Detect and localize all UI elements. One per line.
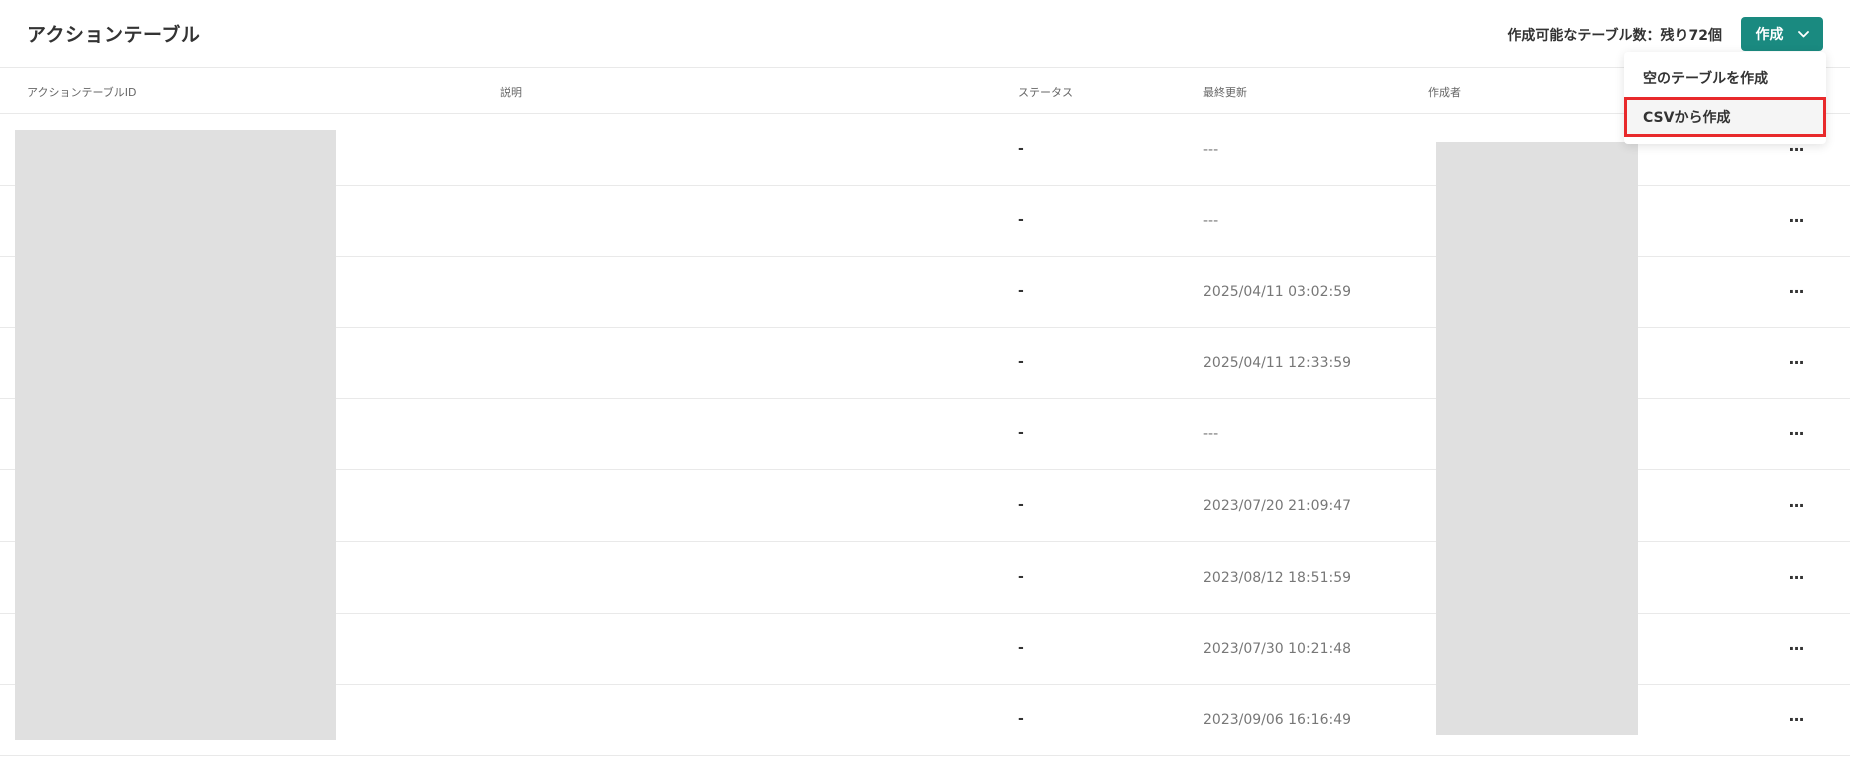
chevron-down-icon — [1797, 29, 1809, 40]
row-updated: --- — [1203, 426, 1219, 442]
table-header: アクションテーブルID 説明 ステータス 最終更新 作成者 — [0, 68, 1850, 114]
page-title: アクションテーブル — [27, 24, 201, 46]
more-options-icon[interactable]: ··· — [1782, 563, 1810, 591]
more-options-icon[interactable]: ··· — [1782, 419, 1810, 447]
more-options-icon[interactable]: ··· — [1782, 705, 1810, 733]
more-options-icon[interactable]: ··· — [1782, 491, 1810, 519]
more-options-icon[interactable]: ··· — [1782, 277, 1810, 305]
row-updated: 2025/04/11 12:33:59 — [1203, 355, 1352, 371]
action-table-page: アクションテーブル 作成可能なテーブル数：残り72個 作成 アクションテーブルI… — [0, 0, 1850, 760]
row-status: - — [1018, 569, 1024, 585]
create-button[interactable]: 作成 — [1741, 17, 1823, 51]
more-options-icon[interactable]: ··· — [1782, 348, 1810, 376]
row-updated: 2023/07/20 21:09:47 — [1203, 498, 1352, 514]
column-header-author: 作成者 — [1428, 86, 1461, 99]
row-status: - — [1018, 212, 1024, 228]
row-status: - — [1018, 283, 1024, 299]
more-options-icon[interactable]: ··· — [1782, 634, 1810, 662]
row-updated: 2023/07/30 10:21:48 — [1203, 641, 1352, 657]
create-dropdown-menu: 空のテーブルを作成 CSVから作成 — [1624, 52, 1826, 144]
row-status: - — [1018, 711, 1024, 727]
row-updated: 2023/09/06 16:16:49 — [1203, 712, 1352, 728]
row-updated: --- — [1203, 142, 1219, 158]
create-button-label: 作成 — [1755, 27, 1784, 43]
row-status: - — [1018, 141, 1024, 157]
redacted-authors — [1436, 142, 1638, 735]
column-header-status: ステータス — [1018, 86, 1073, 99]
row-updated: 2023/08/12 18:51:59 — [1203, 570, 1352, 586]
menu-item-create-empty-table[interactable]: 空のテーブルを作成 — [1624, 58, 1826, 98]
column-header-id: アクションテーブルID — [27, 86, 137, 99]
column-header-updated: 最終更新 — [1203, 86, 1247, 99]
column-header-description: 説明 — [500, 86, 522, 99]
redacted-table-ids — [15, 130, 336, 740]
row-status: - — [1018, 425, 1024, 441]
row-status: - — [1018, 354, 1024, 370]
row-status: - — [1018, 497, 1024, 513]
row-updated: --- — [1203, 213, 1219, 229]
more-options-icon[interactable]: ··· — [1782, 206, 1810, 234]
row-status: - — [1018, 640, 1024, 656]
page-header: アクションテーブル 作成可能なテーブル数：残り72個 作成 — [0, 0, 1850, 68]
menu-item-create-from-csv[interactable]: CSVから作成 — [1624, 97, 1826, 137]
table-quota-text: 作成可能なテーブル数：残り72個 — [1507, 28, 1722, 44]
row-updated: 2025/04/11 03:02:59 — [1203, 284, 1352, 300]
